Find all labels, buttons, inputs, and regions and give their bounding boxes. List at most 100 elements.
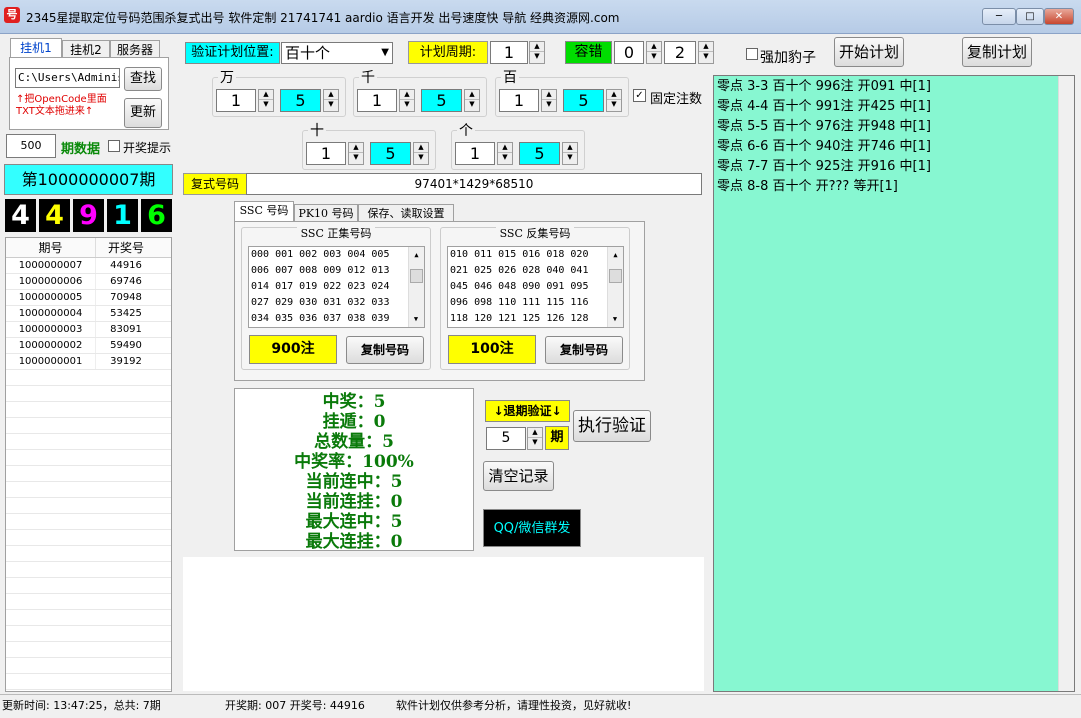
position-max-input[interactable]: 5: [421, 89, 462, 112]
plan-cycle-spinner[interactable]: ▲ ▼: [529, 41, 545, 64]
number-cell: 44916: [110, 260, 142, 271]
table-row[interactable]: 1000000002 59490: [6, 338, 171, 354]
maximize-button[interactable]: □: [1016, 8, 1044, 25]
stat-line: 总数量：5: [314, 432, 394, 452]
status-update-time: 更新时间: 13:47:25，总共: 7期: [2, 699, 161, 712]
copy-numbers-button[interactable]: 复制号码: [346, 336, 424, 364]
position-max-spinner[interactable]: ▲ ▼: [413, 142, 429, 165]
negative-set-group: SSC 反集号码 010 011 015 016 018 020 021 025 0…: [440, 223, 632, 373]
col-number[interactable]: 开奖号: [96, 238, 156, 257]
title-bar[interactable]: 号 2345星提取定位号码范围杀复式出号 软件定制 21741741 aardi…: [0, 0, 1081, 34]
table-row[interactable]: 1000000001 39192: [6, 354, 171, 370]
empty-row: [6, 658, 171, 674]
lottery-notice-checkbox[interactable]: [108, 140, 120, 152]
backtest-input[interactable]: 5: [486, 427, 526, 450]
period-cell: 1000000006: [6, 274, 96, 289]
log-line: 零点 7-7 百十个 925注 开916 中[1]: [717, 159, 931, 174]
position-min-input[interactable]: 1: [455, 142, 495, 165]
period-cell: 1000000004: [6, 306, 96, 321]
hint-line-2: TXT文本拖进来↑: [16, 106, 94, 117]
table-row[interactable]: 1000000005 70948: [6, 290, 171, 306]
number-line: 021 025 026 028 040 041: [450, 265, 589, 276]
table-row[interactable]: 1000000006 69746: [6, 274, 171, 290]
start-plan-button[interactable]: 开始计划: [834, 37, 904, 67]
copy-numbers-button[interactable]: 复制号码: [545, 336, 623, 364]
position-label: 千: [359, 67, 377, 87]
tolerance-min-input[interactable]: 0: [614, 41, 644, 64]
position-max-spinner[interactable]: ▲ ▼: [562, 142, 578, 165]
position-min-spinner[interactable]: ▲ ▼: [258, 89, 274, 112]
period-cell: 1000000001: [6, 354, 96, 369]
update-button[interactable]: 更新: [124, 98, 162, 128]
position-min-spinner[interactable]: ▲ ▼: [348, 142, 364, 165]
position-min-input[interactable]: 1: [357, 89, 397, 112]
history-table: 期号 开奖号 1000000007 44916 1000000006 69746 100…: [5, 237, 172, 692]
fixed-bets-checkbox[interactable]: ✓: [633, 89, 646, 102]
table-row[interactable]: 1000000004 53425: [6, 306, 171, 322]
position-min-spinner[interactable]: ▲ ▼: [399, 89, 415, 112]
draw-digit: 1: [107, 199, 138, 232]
close-button[interactable]: ✕: [1044, 8, 1074, 25]
stat-line: 当前连挂：0: [305, 492, 403, 512]
status-draw: 开奖期: 007 开奖号: 44916: [225, 699, 365, 712]
list-scrollbar[interactable]: ▲ ▼: [408, 247, 424, 327]
tab-ssc-numbers[interactable]: SSC 号码: [234, 201, 294, 222]
tolerance-min-spinner[interactable]: ▲ ▼: [646, 41, 662, 64]
lottery-notice-label: 开奖提示: [123, 141, 172, 155]
log-line: 零点 8-8 百十个 开??? 等开[1]: [717, 179, 898, 194]
position-max-input[interactable]: 5: [370, 142, 411, 165]
position-max-spinner[interactable]: ▲ ▼: [323, 89, 339, 112]
empty-row: [6, 482, 171, 498]
path-input[interactable]: C:\Users\Administ: [15, 68, 120, 88]
log-line: 零点 4-4 百十个 991注 开425 中[1]: [717, 99, 931, 114]
verify-position-select[interactable]: 百十个 ▼: [281, 42, 393, 64]
number-list[interactable]: 010 011 015 016 018 020 021 025 026 028 0…: [447, 246, 624, 328]
number-list[interactable]: 000 001 002 003 004 005 006 007 008 009 0…: [248, 246, 425, 328]
position-min-spinner[interactable]: ▲ ▼: [497, 142, 513, 165]
period-count-input[interactable]: 500: [6, 134, 56, 158]
minimize-button[interactable]: ─: [982, 8, 1016, 25]
position-min-input[interactable]: 1: [499, 89, 539, 112]
number-line: 014 017 019 022 023 024: [251, 281, 390, 292]
drag-hint: ↑把OpenCode里面 TXT文本拖进来↑: [16, 94, 107, 118]
period-data-label: 期数据: [61, 142, 101, 157]
tolerance-max-spinner[interactable]: ▲ ▼: [698, 41, 714, 64]
position-max-input[interactable]: 5: [280, 89, 321, 112]
backtest-unit: 期: [545, 426, 569, 450]
position-max-input[interactable]: 5: [519, 142, 560, 165]
qq-wechat-button[interactable]: QQ/微信群发: [483, 509, 581, 547]
empty-row: [6, 370, 171, 386]
position-max-spinner[interactable]: ▲ ▼: [606, 89, 622, 112]
tolerance-max-input[interactable]: 2: [664, 41, 696, 64]
log-scrollbar[interactable]: [1058, 76, 1074, 691]
number-cell: 69746: [110, 276, 142, 287]
browse-button[interactable]: 查找: [124, 67, 162, 91]
position-min-spinner[interactable]: ▲ ▼: [541, 89, 557, 112]
copy-plan-button[interactable]: 复制计划: [962, 37, 1032, 67]
position-max-input[interactable]: 5: [563, 89, 604, 112]
compound-value[interactable]: 97401*1429*68510: [246, 173, 702, 195]
chevron-down-icon: ▼: [381, 47, 389, 58]
table-row[interactable]: 1000000003 83091: [6, 322, 171, 338]
empty-row: [6, 418, 171, 434]
clear-records-button[interactable]: 清空记录: [483, 461, 554, 491]
table-row[interactable]: 1000000007 44916: [6, 258, 171, 274]
position-max-spinner[interactable]: ▲ ▼: [464, 89, 480, 112]
current-period: 第1000000007期: [4, 164, 173, 195]
position-group: 百 1 ▲ ▼ 5 ▲ ▼: [495, 67, 629, 117]
force-leopard-checkbox[interactable]: [746, 48, 758, 60]
plan-cycle-input[interactable]: 1: [490, 41, 528, 64]
position-min-input[interactable]: 1: [216, 89, 256, 112]
log-line: 零点 5-5 百十个 976注 开948 中[1]: [717, 119, 931, 134]
stat-line: 最大连挂：0: [305, 532, 403, 552]
number-line: 006 007 008 009 012 013: [251, 265, 390, 276]
list-scrollbar[interactable]: ▲ ▼: [607, 247, 623, 327]
col-period[interactable]: 期号: [6, 238, 96, 257]
execute-verify-button[interactable]: 执行验证: [573, 410, 651, 442]
backtest-spinner[interactable]: ▲ ▼: [527, 427, 543, 450]
plan-log[interactable]: 零点 3-3 百十个 996注 开091 中[1] 零点 4-4 百十个 991注…: [713, 75, 1075, 692]
empty-row: [6, 450, 171, 466]
output-area[interactable]: [183, 557, 704, 691]
tab-hook1[interactable]: 挂机1: [10, 38, 62, 57]
position-min-input[interactable]: 1: [306, 142, 346, 165]
